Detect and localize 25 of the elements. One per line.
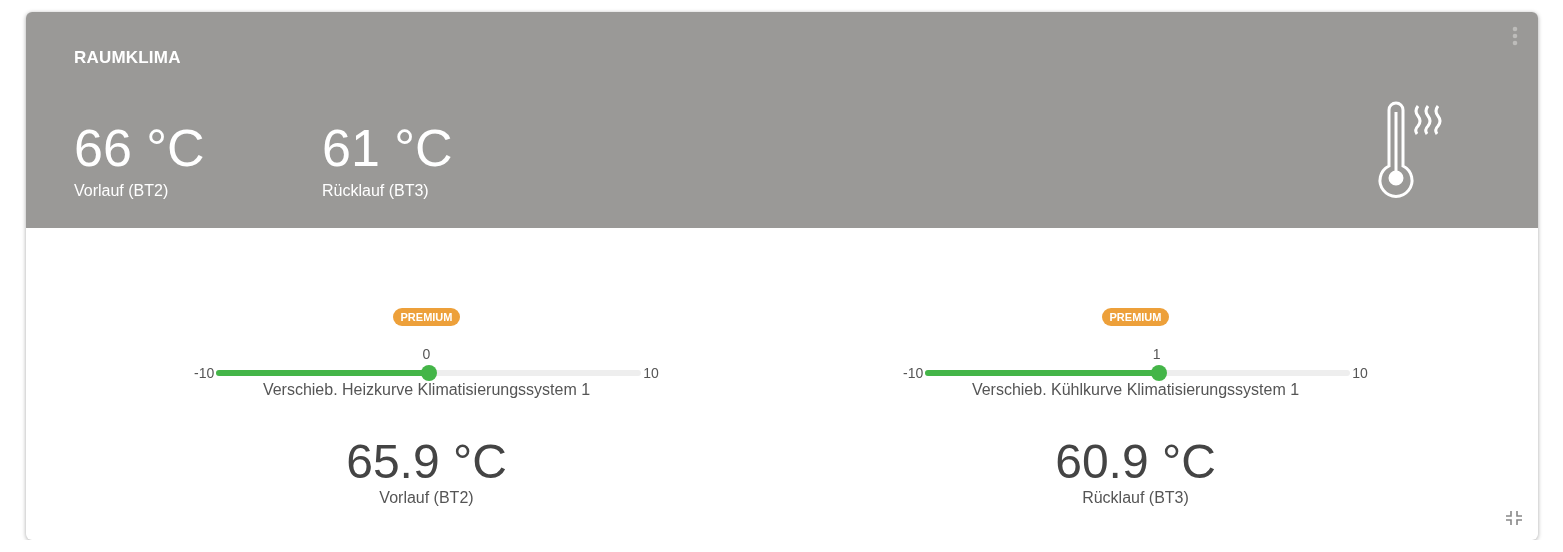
slider-value: 0 bbox=[422, 346, 431, 362]
premium-badge: PREMIUM bbox=[392, 308, 461, 326]
slider-label: Verschieb. Kühlkurve Klimatisierungssystem 1 bbox=[971, 381, 1300, 399]
collapse-icon[interactable] bbox=[1504, 510, 1524, 526]
slider-min-label: -10 bbox=[194, 365, 215, 381]
slider[interactable] bbox=[925, 365, 1351, 381]
slider-thumb[interactable] bbox=[1151, 365, 1168, 381]
temperature-label: Vorlauf (BT2) bbox=[379, 489, 474, 507]
card-title: RAUMKLIMA bbox=[74, 48, 182, 68]
temperature-value: 61 °C bbox=[322, 122, 454, 174]
slider-thumb[interactable] bbox=[420, 365, 437, 381]
temperature-value: 60.9 °C bbox=[1055, 437, 1216, 487]
temperature-label: Rücklauf (BT3) bbox=[1082, 489, 1189, 507]
temperature-value: 66 °C bbox=[74, 122, 206, 174]
temperature-value: 65.9 °C bbox=[346, 437, 507, 487]
temperature-label: Rücklauf (BT3) bbox=[322, 182, 430, 200]
slider-max-label: 10 bbox=[1352, 365, 1368, 381]
slider-min-label: -10 bbox=[903, 365, 924, 381]
more-menu-icon[interactable] bbox=[1512, 26, 1518, 46]
slider[interactable] bbox=[216, 365, 642, 381]
slider-label: Verschieb. Heizkurve Klimatisierungssystem 1 bbox=[262, 381, 591, 399]
premium-badge: PREMIUM bbox=[1101, 308, 1170, 326]
temperature-label: Vorlauf (BT2) bbox=[74, 182, 170, 200]
slider-value: 1 bbox=[1152, 346, 1161, 362]
slider-max-label: 10 bbox=[643, 365, 659, 381]
